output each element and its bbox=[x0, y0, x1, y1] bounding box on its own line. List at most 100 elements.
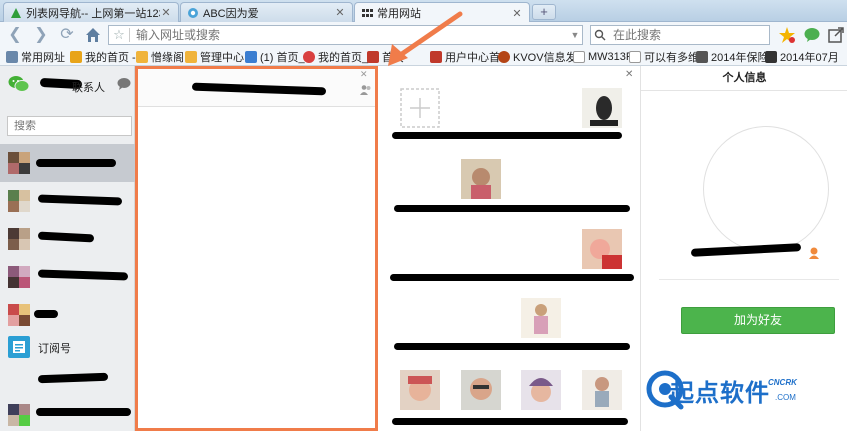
conversation-item[interactable] bbox=[0, 144, 135, 182]
bookmark-label: 可以有多维 bbox=[644, 52, 699, 64]
tab-close-icon[interactable]: ✕ bbox=[334, 6, 346, 19]
contact-photo[interactable] bbox=[582, 370, 622, 410]
address-input[interactable] bbox=[130, 28, 568, 42]
contact-photo[interactable] bbox=[461, 159, 501, 199]
avatar bbox=[8, 152, 30, 174]
watermark-text: 起点软件 bbox=[670, 379, 770, 407]
tab-title: ABC因为爱 bbox=[203, 7, 259, 20]
share-icon[interactable] bbox=[827, 26, 845, 44]
tab-close-icon[interactable]: ✕ bbox=[511, 7, 523, 20]
search-engine-icon[interactable] bbox=[591, 27, 609, 43]
bookmark-item[interactable]: 管理中心 bbox=[185, 50, 244, 64]
redacted-name bbox=[36, 159, 116, 167]
tab-title: 列表网导航-- 上网第一站123.lieb bbox=[26, 7, 160, 20]
bookmark-item[interactable]: 憎缘阁 bbox=[136, 50, 184, 64]
contacts-icon[interactable] bbox=[360, 84, 372, 96]
site-icon bbox=[245, 51, 257, 63]
wechat-search-box[interactable] bbox=[7, 116, 156, 136]
tab-close-icon[interactable]: ✕ bbox=[160, 6, 172, 19]
contact-photo[interactable] bbox=[521, 370, 561, 410]
bookmark-item[interactable]: 我的首页 - bbox=[70, 50, 136, 64]
site-icon bbox=[136, 51, 148, 63]
search-input[interactable] bbox=[609, 28, 769, 42]
conversation-item[interactable] bbox=[0, 182, 135, 220]
avatar bbox=[8, 404, 30, 426]
bookmark-label: 2014年07月 bbox=[780, 52, 839, 64]
conversation-item[interactable] bbox=[0, 396, 135, 434]
redacted-text bbox=[390, 274, 634, 281]
watermark-domain: .COM bbox=[775, 393, 796, 402]
close-icon[interactable]: ✕ bbox=[360, 69, 368, 80]
page-icon bbox=[573, 51, 585, 63]
avatar bbox=[8, 266, 30, 288]
bookmark-item[interactable]: 2014年保险 bbox=[696, 50, 768, 64]
redacted-text bbox=[392, 132, 622, 139]
wechat-search-input[interactable] bbox=[8, 120, 156, 132]
subscription-label: 订阅号 bbox=[38, 343, 71, 355]
chevron-down-icon[interactable]: ▼ bbox=[568, 30, 582, 40]
site-icon bbox=[185, 51, 197, 63]
bookmark-label: 我的首页_ bbox=[318, 52, 369, 64]
contact-photo[interactable] bbox=[461, 370, 501, 410]
page-icon bbox=[629, 51, 641, 63]
subscription-item[interactable]: 订阅号 bbox=[0, 328, 135, 366]
sidebar-header: 联系人 bbox=[0, 66, 135, 108]
tab-list-navigation[interactable]: 列表网导航-- 上网第一站123.lieb ✕ bbox=[3, 2, 179, 22]
redacted-name bbox=[690, 243, 802, 257]
conversation-item[interactable] bbox=[0, 220, 135, 258]
add-member-icon[interactable] bbox=[400, 88, 440, 128]
bookmark-item[interactable]: 可以有多维 bbox=[629, 50, 699, 64]
add-friend-button[interactable]: 加为好友 bbox=[681, 307, 835, 334]
bookmark-item[interactable]: 2014年07月 bbox=[765, 50, 839, 64]
profile-avatar bbox=[703, 126, 829, 252]
home-icon[interactable] bbox=[84, 26, 102, 44]
divider bbox=[659, 279, 839, 280]
redacted-text bbox=[392, 418, 628, 425]
redacted-text bbox=[394, 343, 630, 350]
bookmark-item[interactable]: 常用网址 bbox=[6, 50, 65, 64]
wechat-logo-icon bbox=[8, 76, 30, 92]
redacted-name bbox=[36, 408, 131, 416]
redacted-name bbox=[37, 372, 109, 384]
back-arrow-icon[interactable]: ❮ bbox=[6, 26, 24, 44]
site-icon bbox=[303, 51, 315, 63]
chat-bubble-icon[interactable] bbox=[803, 26, 821, 44]
contact-photo[interactable] bbox=[400, 370, 440, 410]
refresh-icon[interactable]: ⟳ bbox=[58, 26, 76, 44]
folder-icon bbox=[6, 51, 18, 63]
chat-panel: ✕ bbox=[135, 66, 378, 431]
search-box[interactable] bbox=[590, 25, 770, 45]
site-icon bbox=[696, 51, 708, 63]
avatar bbox=[8, 304, 30, 326]
bookmark-label: (1) 首页_ bbox=[260, 52, 305, 64]
profile-title: 个人信息 bbox=[641, 66, 847, 91]
bookmark-item[interactable]: (1) 首页_ bbox=[245, 50, 305, 64]
redacted-chat-title bbox=[191, 82, 327, 96]
favorites-star-icon[interactable] bbox=[778, 26, 796, 44]
new-tab-button[interactable]: + bbox=[532, 4, 556, 20]
conversation-item[interactable] bbox=[0, 258, 135, 296]
watermark-badge: CNCRK bbox=[768, 378, 797, 387]
contact-photo[interactable] bbox=[582, 88, 622, 128]
address-bar[interactable]: ☆ ▼ bbox=[108, 25, 583, 45]
list-tab-icon bbox=[11, 7, 21, 18]
new-chat-icon[interactable] bbox=[116, 76, 132, 92]
wechat-sidebar: 联系人 订阅号 bbox=[0, 66, 156, 434]
redacted-name bbox=[37, 194, 123, 206]
contact-photo[interactable] bbox=[521, 298, 561, 338]
site-icon bbox=[765, 51, 777, 63]
contact-photo[interactable] bbox=[582, 229, 622, 269]
bookmark-item[interactable]: MW313R bbox=[573, 50, 634, 64]
tab-abc[interactable]: ABC因为爱 ✕ bbox=[180, 2, 353, 22]
redacted-name bbox=[34, 310, 58, 318]
bookmark-label: 常用网址 bbox=[21, 52, 65, 64]
bookmark-item[interactable]: KVOV信息发 bbox=[498, 50, 577, 64]
bookmark-item[interactable]: 我的首页_ bbox=[303, 50, 368, 64]
redacted-text bbox=[394, 205, 630, 212]
close-icon[interactable]: ✕ bbox=[625, 69, 633, 80]
star-icon[interactable]: ☆ bbox=[109, 27, 129, 43]
site-icon bbox=[70, 51, 82, 63]
gender-icon bbox=[809, 247, 819, 259]
forward-arrow-icon[interactable]: ❯ bbox=[32, 26, 50, 44]
chat-header: ✕ bbox=[138, 69, 375, 107]
